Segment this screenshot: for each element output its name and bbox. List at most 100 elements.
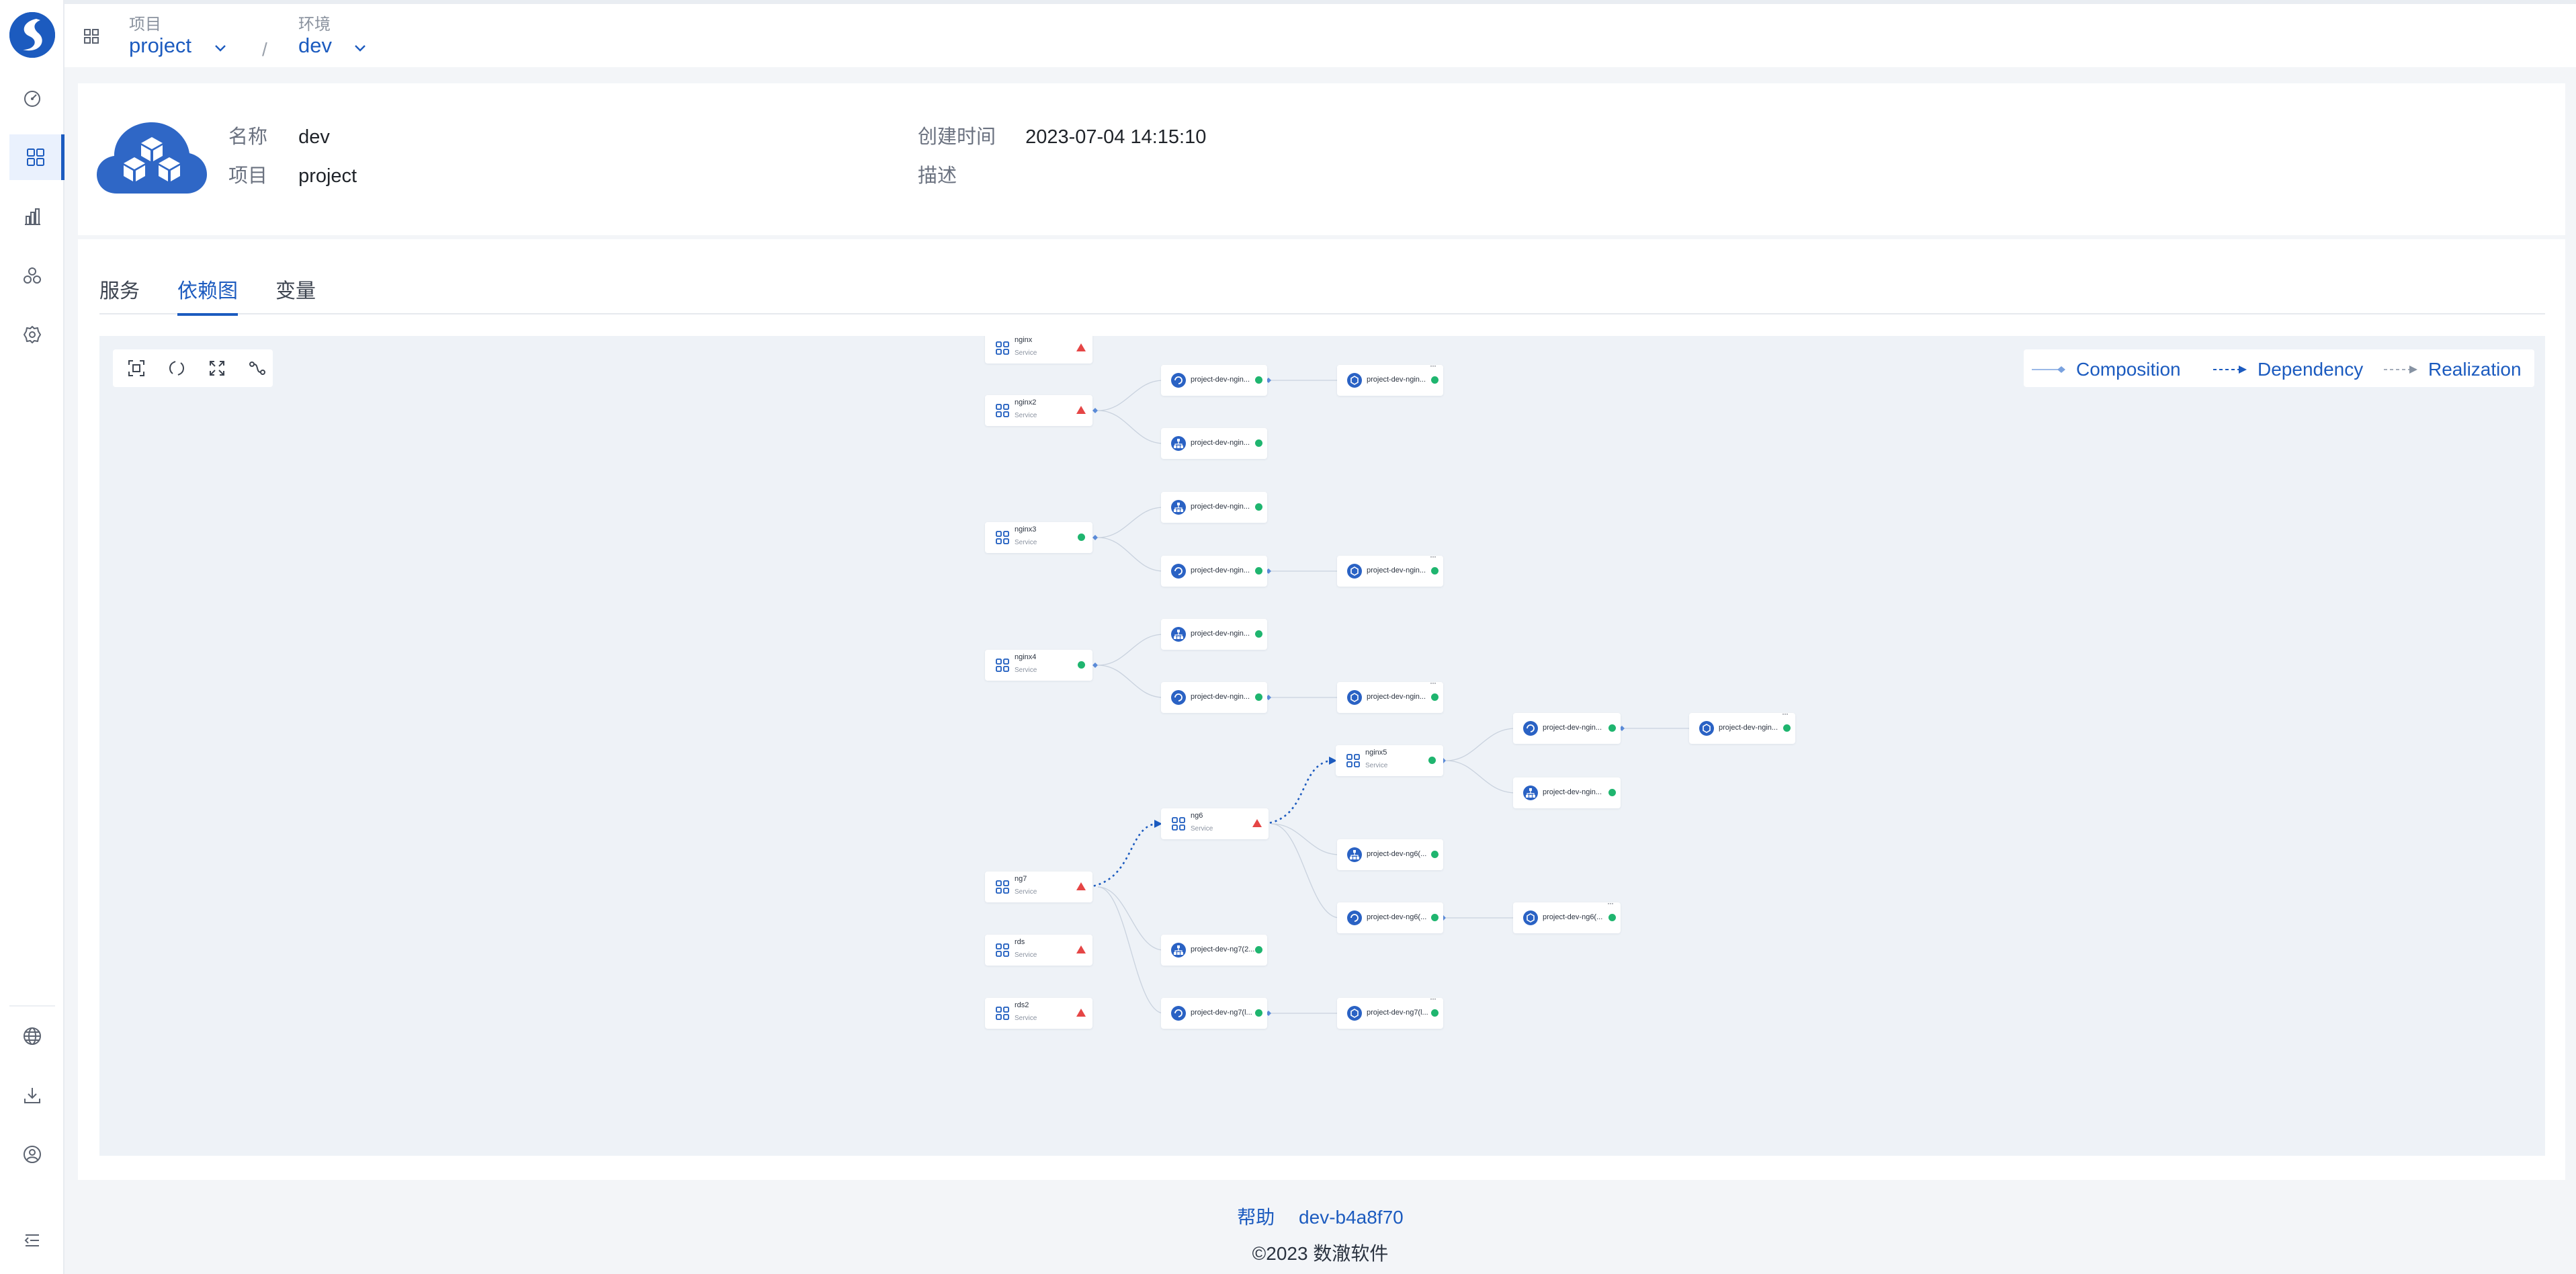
node-name: project-dev-ngin... <box>1191 566 1250 575</box>
graph-node-deployment[interactable]: project-dev-ngin... <box>1513 713 1621 744</box>
ok-status-icon <box>1255 439 1262 447</box>
globe-icon[interactable] <box>9 1013 55 1059</box>
collapse-menu-icon[interactable] <box>9 1218 55 1263</box>
description-label: 描述 <box>918 165 957 187</box>
graph-node-service[interactable]: nginx5 Service <box>1336 745 1443 776</box>
warning-status-icon <box>1076 945 1086 953</box>
graph-node-service-resource[interactable]: project-dev-ngin... <box>1513 777 1621 808</box>
service-cluster-icon <box>1170 816 1187 832</box>
graph-node-service[interactable]: nginx3 Service <box>985 522 1092 553</box>
tab-services[interactable]: 服务 <box>99 274 140 313</box>
graph-node-pod[interactable]: ··· project-dev-ngin... <box>1689 709 1795 744</box>
graph-node-pod[interactable]: ··· project-dev-ng6(... <box>1513 898 1621 933</box>
dependency-graph-canvas[interactable]: Composition Dependency Realization nginx… <box>99 336 2545 1156</box>
graph-node-pod[interactable]: ··· project-dev-ngin... <box>1337 552 1443 587</box>
ok-status-icon <box>1255 503 1262 511</box>
warning-status-icon <box>1076 882 1086 890</box>
graph-node-deployment[interactable]: project-dev-ngin... <box>1161 365 1267 396</box>
settings-gear-icon[interactable] <box>9 312 55 357</box>
node-type: Service <box>1015 349 1037 357</box>
created-time-field: 创建时间 2023-07-04 14:15:10 <box>918 121 1206 149</box>
project-selector[interactable]: 项目 project <box>129 11 227 58</box>
node-name: project-dev-ngin... <box>1367 376 1426 384</box>
graph-node-service-resource[interactable]: project-dev-ngin... <box>1161 428 1267 459</box>
node-name: project-dev-ng7(l... <box>1367 1009 1428 1017</box>
environment-selector[interactable]: 环境 dev <box>298 11 367 58</box>
graph-node-service-resource[interactable]: project-dev-ngin... <box>1161 492 1267 523</box>
env-value: dev <box>298 34 332 57</box>
node-name: project-dev-ng7(l... <box>1191 1009 1252 1017</box>
ok-status-icon <box>1431 376 1439 384</box>
node-name: project-dev-ng6(... <box>1367 850 1427 858</box>
graph-node-pod[interactable]: ··· project-dev-ng7(l... <box>1337 994 1443 1029</box>
chevron-down-icon[interactable] <box>353 43 367 56</box>
node-name: project-dev-ng6(... <box>1543 913 1603 921</box>
more-dots-icon[interactable]: ··· <box>1430 552 1436 561</box>
help-link[interactable]: 帮助 <box>1237 1207 1275 1228</box>
service-cluster-icon <box>994 529 1011 546</box>
more-dots-icon[interactable]: ··· <box>1430 361 1436 370</box>
env-caption: 环境 <box>298 15 331 34</box>
network-service-icon <box>1170 626 1187 642</box>
name-field: 名称 dev <box>228 121 330 149</box>
warning-status-icon <box>1076 406 1086 414</box>
description-field: 描述 <box>918 160 1025 188</box>
download-icon[interactable] <box>9 1072 55 1118</box>
pod-icon <box>1346 372 1363 388</box>
node-type: Service <box>1365 762 1388 769</box>
node-type: Service <box>1015 412 1037 419</box>
graph-node-service[interactable]: nginx4 Service <box>985 650 1092 681</box>
ok-status-icon <box>1078 661 1085 669</box>
ok-status-icon <box>1431 914 1439 921</box>
node-type: Service <box>1015 539 1037 546</box>
chevron-down-icon[interactable] <box>214 43 227 56</box>
node-name: nginx5 <box>1365 749 1387 757</box>
ok-status-icon <box>1078 534 1085 541</box>
dashboard-gauge-icon[interactable] <box>9 75 55 121</box>
more-dots-icon[interactable]: ··· <box>1430 678 1436 687</box>
network-service-icon <box>1170 942 1187 958</box>
pod-icon <box>1346 563 1363 579</box>
graph-node-deployment[interactable]: project-dev-ngin... <box>1161 556 1267 587</box>
tab-variables[interactable]: 变量 <box>275 274 316 313</box>
more-dots-icon[interactable]: ··· <box>1430 994 1436 1003</box>
project-field: 项目 project <box>228 160 357 188</box>
node-name: nginx <box>1015 336 1033 344</box>
graph-node-deployment[interactable]: project-dev-ng6(... <box>1337 902 1443 933</box>
deployment-icon <box>1170 1005 1187 1021</box>
graph-node-service[interactable]: rds Service <box>985 935 1092 966</box>
graph-node-service[interactable]: ng6 Service <box>1161 808 1269 839</box>
user-avatar-icon[interactable] <box>9 1132 55 1177</box>
graph-node-service-resource[interactable]: project-dev-ngin... <box>1161 619 1267 650</box>
graph-node-service[interactable]: ng7 Service <box>985 872 1092 902</box>
applications-grid-icon[interactable] <box>9 134 65 180</box>
top-bar: 项目 project / 环境 dev <box>65 0 2576 67</box>
tab-dependency-graph[interactable]: 依赖图 <box>177 274 238 316</box>
more-dots-icon[interactable]: ··· <box>1782 709 1789 718</box>
node-name: project-dev-ngin... <box>1191 630 1250 638</box>
graph-node-service[interactable]: rds2 Service <box>985 998 1092 1029</box>
node-type: Service <box>1015 888 1037 896</box>
graph-node-service-resource[interactable]: project-dev-ng6(... <box>1337 839 1443 870</box>
graph-node-deployment[interactable]: project-dev-ngin... <box>1161 682 1267 713</box>
name-value: dev <box>298 126 330 148</box>
graph-node-pod[interactable]: ··· project-dev-ngin... <box>1337 361 1443 396</box>
more-dots-icon[interactable]: ··· <box>1607 898 1614 908</box>
node-name: nginx4 <box>1015 653 1037 661</box>
bar-chart-icon[interactable] <box>9 194 55 239</box>
service-cluster-icon <box>994 942 1011 958</box>
app-switcher-grid-icon[interactable] <box>83 28 99 48</box>
created-label: 创建时间 <box>918 126 996 148</box>
node-name: nginx3 <box>1015 525 1037 534</box>
app-logo-icon[interactable] <box>9 12 55 58</box>
node-name: project-dev-ngin... <box>1191 439 1250 447</box>
node-name: ng6 <box>1191 812 1203 820</box>
graph-node-service-resource[interactable]: project-dev-ng7(2... <box>1161 935 1267 966</box>
version-link[interactable]: dev-b4a8f70 <box>1299 1207 1404 1228</box>
resources-icon[interactable] <box>9 253 55 298</box>
warning-status-icon <box>1252 819 1262 827</box>
graph-node-deployment[interactable]: project-dev-ng7(l... <box>1161 998 1267 1029</box>
graph-node-service[interactable]: nginx2 Service <box>985 395 1092 426</box>
graph-node-pod[interactable]: ··· project-dev-ngin... <box>1337 678 1443 713</box>
graph-node-service[interactable]: nginx Service <box>985 336 1092 364</box>
